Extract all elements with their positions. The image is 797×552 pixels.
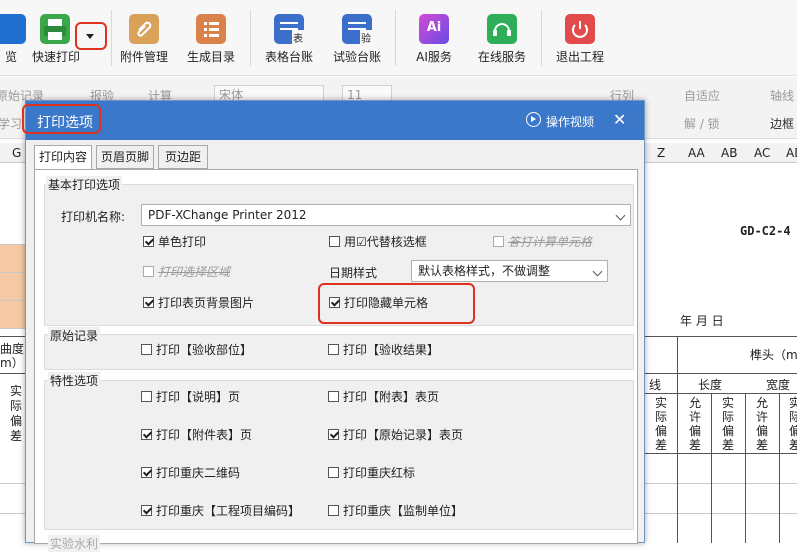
exit-project-button[interactable]: 退出工程 bbox=[552, 0, 608, 76]
highlight-hidden bbox=[318, 283, 475, 324]
print-calc-checkbox: 答打计算单元格 bbox=[493, 233, 592, 249]
printer-icon bbox=[40, 14, 70, 44]
ai-service-button[interactable]: Ai AI服务 bbox=[406, 0, 462, 76]
ai-icon: Ai bbox=[419, 14, 449, 44]
red-stamp-checkbox[interactable]: 打印重庆红标 bbox=[328, 464, 415, 480]
axis-button[interactable]: 轴线 bbox=[770, 87, 794, 104]
close-icon[interactable]: ✕ bbox=[613, 110, 626, 129]
mono-print-checkbox[interactable]: 单色打印 bbox=[143, 233, 206, 249]
original-record-page-checkbox[interactable]: 打印【原始记录】表页 bbox=[328, 426, 463, 442]
project-code-checkbox[interactable]: 打印重庆【工程项目编码】 bbox=[141, 502, 300, 518]
attachment-manage-button[interactable]: 附件管理 bbox=[116, 0, 172, 76]
qr-code-checkbox[interactable]: 打印重庆二维码 bbox=[141, 464, 240, 480]
list-icon bbox=[196, 14, 226, 44]
chevron-down-icon bbox=[592, 266, 603, 277]
supervision-checkbox[interactable]: 打印重庆【监制单位】 bbox=[328, 502, 463, 518]
border-button[interactable]: 边框 bbox=[770, 115, 794, 132]
operation-video-link[interactable]: 操作视频 bbox=[546, 113, 594, 130]
bottom-group-title: 实验水利 bbox=[48, 535, 101, 552]
tab-header-footer[interactable]: 页眉页脚 bbox=[96, 145, 154, 169]
test-ledger-icon: 验 bbox=[342, 14, 372, 45]
print-bg-checkbox[interactable]: 打印表页背景图片 bbox=[143, 294, 254, 310]
print-options-dialog: 打印选项 操作视频 ✕ 打印内容 页眉页脚 页边距 基本打印选项 打印机名称: … bbox=[22, 100, 645, 552]
paperclip-icon bbox=[129, 14, 159, 44]
power-icon bbox=[565, 14, 595, 44]
auto-fit-button[interactable]: 自适应 bbox=[684, 87, 720, 104]
preview-button[interactable]: 览 bbox=[0, 0, 26, 76]
unlock-button[interactable]: 解 / 锁 bbox=[684, 115, 720, 132]
tab-margins[interactable]: 页边距 bbox=[158, 145, 208, 169]
play-icon bbox=[526, 112, 541, 127]
basic-options-title: 基本打印选项 bbox=[46, 176, 123, 193]
explain-page-checkbox[interactable]: 打印【说明】页 bbox=[141, 388, 240, 404]
printer-label: 打印机名称: bbox=[61, 210, 126, 224]
main-toolbar: 览 快速打印 附件管理 生成目录 表 表格台账 验 试验台账 Ai AI服务 在… bbox=[0, 0, 797, 76]
highlight-title bbox=[22, 104, 101, 134]
ledger-icon: 表 bbox=[274, 14, 304, 45]
appendix-checkbox[interactable]: 打印【附表】表页 bbox=[328, 388, 439, 404]
print-selection-checkbox: 打印选择区域 bbox=[143, 263, 230, 279]
online-service-button[interactable]: 在线服务 bbox=[474, 0, 530, 76]
study-button[interactable]: 学习 bbox=[0, 115, 22, 132]
test-ledger-button[interactable]: 验 试验台账 bbox=[329, 0, 385, 76]
preview-icon bbox=[0, 14, 26, 44]
printer-select[interactable]: PDF-XChange Printer 2012 bbox=[141, 204, 631, 226]
dialog-titlebar[interactable]: 打印选项 操作视频 ✕ bbox=[22, 101, 644, 140]
highlight-dropdown bbox=[75, 22, 107, 50]
feature-options-title: 特性选项 bbox=[48, 372, 101, 389]
date-style-label: 日期样式 bbox=[329, 266, 378, 280]
tab-print-content[interactable]: 打印内容 bbox=[34, 145, 92, 170]
generate-catalog-button[interactable]: 生成目录 bbox=[183, 0, 239, 76]
table-ledger-button[interactable]: 表 表格台账 bbox=[261, 0, 317, 76]
accept-part-checkbox[interactable]: 打印【验收部位】 bbox=[141, 341, 252, 357]
attach-table-checkbox[interactable]: 打印【附件表】页 bbox=[141, 426, 252, 442]
accept-result-checkbox[interactable]: 打印【验收结果】 bbox=[328, 341, 439, 357]
headset-icon bbox=[487, 14, 517, 44]
replace-checkbox[interactable]: 用☑代替核选框 bbox=[329, 233, 427, 249]
original-record-title: 原始记录 bbox=[48, 327, 101, 344]
chevron-down-icon bbox=[615, 210, 626, 221]
date-style-select[interactable]: 默认表格样式，不做调整 bbox=[411, 260, 608, 282]
